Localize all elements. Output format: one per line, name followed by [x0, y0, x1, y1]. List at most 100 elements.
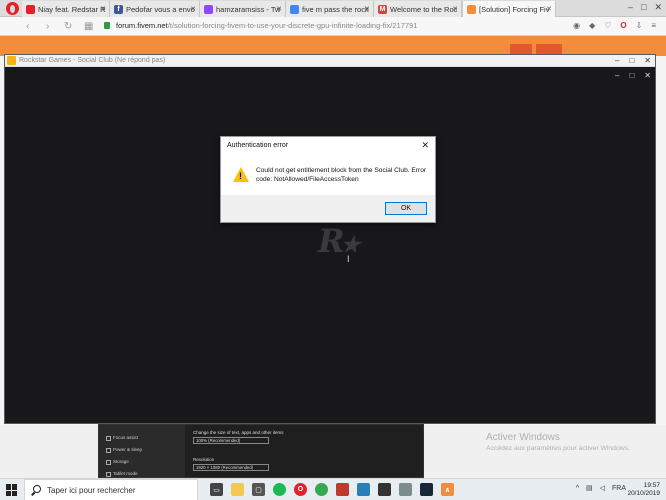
settings-item-power-sleep: Power & sleep — [105, 447, 143, 453]
file-explorer-icon[interactable] — [231, 483, 244, 496]
download-icon[interactable]: ⇩ — [636, 21, 643, 30]
settings-sidebar: Focus assist Power & sleep Storage Table… — [99, 425, 185, 477]
tab-favicon-icon: M — [378, 4, 387, 14]
watermark-title: Activer Windows — [486, 432, 560, 443]
tab-close-icon[interactable]: ✕ — [100, 5, 106, 13]
inner-window-controls: – □ ✕ — [615, 71, 651, 80]
browser-tab[interactable]: hamzaramsiss - Twitc ✕ — [200, 1, 286, 17]
warning-exclamation: ! — [239, 171, 242, 181]
maximize-icon[interactable]: □ — [629, 55, 634, 67]
close-icon[interactable]: ✕ — [654, 2, 662, 13]
app-icon[interactable] — [378, 483, 391, 496]
tab-favicon-icon — [290, 4, 299, 14]
browser-tab-strip: Niay feat. Redstar Rad✕fPedofar vous a e… — [0, 0, 666, 17]
chrome-icon[interactable] — [315, 483, 328, 496]
window-title: Rockstar Games - Social Club (Ne répond … — [19, 57, 166, 64]
app-icon[interactable] — [357, 483, 370, 496]
ok-button[interactable]: OK — [385, 202, 427, 215]
browser-tab[interactable]: Niay feat. Redstar Rad✕ — [22, 1, 110, 17]
scale-select[interactable]: 100% (Recommended) — [193, 437, 269, 444]
close-icon[interactable]: ✕ — [421, 140, 429, 151]
network-icon[interactable]: ▤ — [586, 484, 593, 492]
window-titlebar: Rockstar Games - Social Club (Ne répond … — [5, 55, 655, 67]
tab-favicon-icon — [26, 4, 35, 14]
browser-tab[interactable]: M Welcome to the Rock ✕ — [374, 1, 462, 17]
task-view-icon[interactable]: ▭ — [210, 483, 223, 496]
dialog-footer: OK — [221, 195, 435, 222]
tab-label: hamzaramsiss - Twitc — [216, 4, 281, 14]
tab-label: Niay feat. Redstar Rad — [38, 4, 105, 14]
watermark-subtitle: Accédez aux paramètres pour activer Wind… — [486, 445, 630, 452]
resolution-select[interactable]: 1920 × 1080 (Recommended) — [193, 464, 269, 471]
address-bar: ‹ › ↻ ▦ forum.fivem.net/t/solution-forci… — [0, 17, 666, 36]
steam-icon[interactable] — [420, 483, 433, 496]
maximize-icon[interactable]: □ — [641, 2, 646, 13]
minimize-icon[interactable]: – — [615, 71, 619, 80]
reload-icon[interactable]: ↻ — [64, 21, 72, 32]
close-icon[interactable]: ✕ — [644, 55, 651, 67]
window-controls: – □ ✕ — [615, 55, 651, 67]
fivem-icon[interactable]: ∧ — [441, 483, 454, 496]
opera-icon[interactable]: O — [294, 483, 307, 496]
language-indicator[interactable]: FRA — [612, 485, 626, 492]
taskbar: Taper ici pour rechercher ▭ ▢ O ∧ ^ ▤ ◁ … — [0, 478, 666, 500]
tab-favicon-icon — [204, 4, 213, 14]
shield-icon[interactable]: ◆ — [589, 21, 595, 30]
menu-icon[interactable]: ≡ — [651, 21, 656, 30]
bookmark-heart-icon[interactable]: ♡ — [604, 21, 611, 30]
clock-time: 19:57 — [643, 482, 660, 489]
settings-item-focus-assist: Focus assist — [105, 435, 139, 441]
volume-icon[interactable]: ◁ — [600, 484, 605, 492]
taskbar-clock[interactable]: 19:57 20/10/2019 — [627, 482, 660, 498]
tab-label: Pedofar vous a envoy — [126, 4, 195, 14]
address-bar-icons: ◉ ◆ ♡ O ⇩ ≡ — [573, 21, 656, 30]
browser-tab[interactable]: f Pedofar vous a envoy ✕ — [110, 1, 200, 17]
opera-icon[interactable]: O — [620, 21, 626, 30]
system-tray: ^ ▤ ◁ FRA — [576, 484, 626, 493]
app-icon[interactable] — [399, 483, 412, 496]
tray-overflow-icon[interactable]: ^ — [576, 485, 579, 492]
forum-header-button[interactable] — [510, 44, 532, 54]
settings-item-tablet-mode: Tablet mode — [106, 471, 138, 477]
scale-label: Change the size of text, apps and other … — [193, 430, 284, 435]
dialog-message: Could not get entitlement block from the… — [256, 167, 427, 183]
speed-dial-icon[interactable]: ▦ — [84, 21, 93, 32]
settings-item-storage: Storage — [106, 459, 129, 465]
tab-close-icon[interactable]: ✕ — [546, 5, 552, 13]
settings-thumbnail: Focus assist Power & sleep Storage Table… — [98, 424, 424, 478]
taskbar-apps: ▭ ▢ O ∧ — [210, 483, 454, 496]
tab-close-icon[interactable]: ✕ — [452, 5, 458, 13]
browser-tab[interactable]: five m pass the rocks ✕ — [286, 1, 374, 17]
opera-menu-icon[interactable] — [6, 2, 19, 15]
mouse-cursor-icon: I — [347, 254, 350, 264]
maximize-icon[interactable]: □ — [629, 71, 634, 80]
tab-close-icon[interactable]: ✕ — [364, 5, 370, 13]
rockstar-app-icon — [7, 56, 16, 65]
spotify-icon[interactable] — [273, 483, 286, 496]
browser-window-controls: – □ ✕ — [628, 2, 662, 13]
dialog-title: Authentication error — [227, 142, 289, 149]
tab-favicon-icon — [467, 4, 476, 14]
back-icon[interactable]: ‹ — [26, 21, 29, 32]
forward-icon[interactable]: › — [46, 21, 49, 32]
browser-tab[interactable]: [Solution] Forcing Fiv ✕ — [462, 1, 556, 17]
activate-windows-watermark: Activer Windows Accédez aux paramètres p… — [486, 432, 630, 452]
tab-favicon-icon: f — [114, 4, 123, 14]
app-icon[interactable]: ▢ — [252, 483, 265, 496]
forum-header-button[interactable] — [536, 44, 562, 54]
taskbar-search-input[interactable]: Taper ici pour rechercher — [24, 479, 198, 500]
url-host: forum.fivem.net — [116, 21, 168, 30]
app-icon[interactable] — [336, 483, 349, 496]
camera-icon[interactable]: ◉ — [573, 21, 580, 30]
authentication-error-dialog: Authentication error ✕ ! Could not get e… — [220, 136, 436, 223]
minimize-icon[interactable]: – — [615, 55, 619, 67]
url-path: /t/solution-forcing-fivem-to-use-your-di… — [167, 21, 418, 30]
forum-header — [0, 36, 666, 56]
url-field[interactable]: forum.fivem.net/t/solution-forcing-fivem… — [116, 21, 417, 30]
windows-start-icon[interactable] — [6, 484, 18, 496]
tab-close-icon[interactable]: ✕ — [190, 5, 196, 13]
minimize-icon[interactable]: – — [628, 2, 633, 13]
tab-label: Welcome to the Rock — [390, 4, 457, 14]
close-icon[interactable]: ✕ — [644, 71, 651, 80]
tab-close-icon[interactable]: ✕ — [276, 5, 282, 13]
